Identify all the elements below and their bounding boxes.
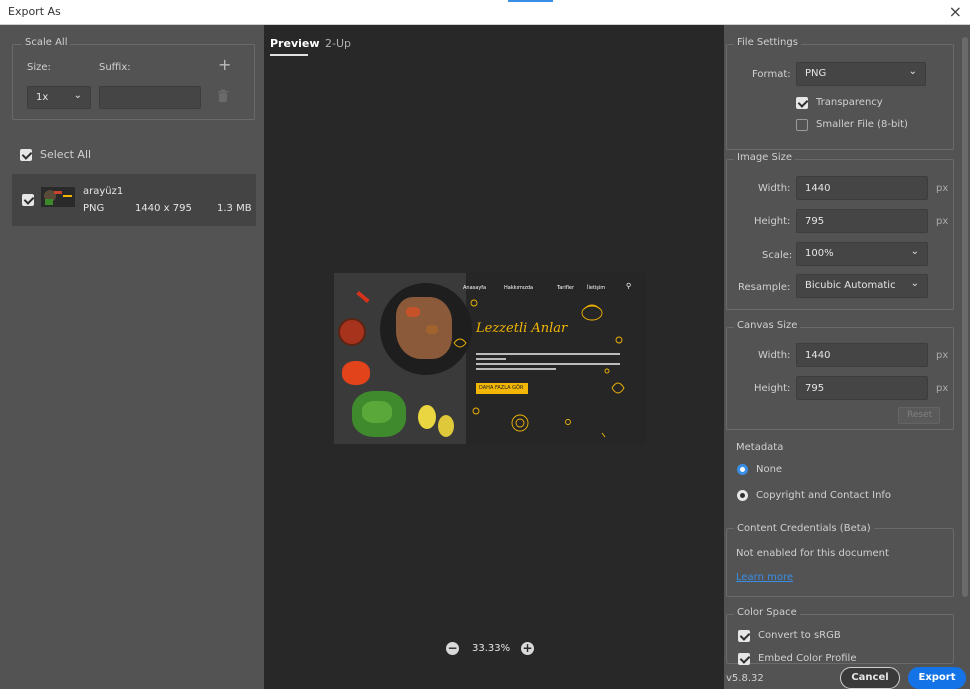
right-panel-scrollbar[interactable] <box>962 37 968 597</box>
scale-label: Scale: <box>762 250 793 261</box>
image-width-input[interactable]: 1440 <box>796 176 928 200</box>
image-height-value: 795 <box>805 216 825 227</box>
zoom-out-button[interactable]: − <box>446 642 459 655</box>
format-dropdown[interactable]: PNG ⌄ <box>796 62 926 86</box>
chevron-down-icon: ⌄ <box>910 278 919 289</box>
canvas-height-unit: px <box>936 383 949 394</box>
canvas-width-value: 1440 <box>805 350 831 361</box>
asset-checkbox[interactable] <box>22 194 34 206</box>
title-bar: Export As × <box>0 0 970 25</box>
format-label: Format: <box>752 69 791 80</box>
scale-percent-value: 100% <box>805 248 834 259</box>
zoom-in-button[interactable]: + <box>521 642 534 655</box>
content-credentials-title: Content Credentials (Beta) <box>734 523 874 534</box>
size-label: Size: <box>27 62 51 73</box>
embed-profile-checkbox[interactable] <box>738 653 750 665</box>
tab-preview[interactable]: Preview <box>270 37 320 50</box>
smaller-file-label: Smaller File (8-bit) <box>816 119 908 130</box>
close-icon[interactable]: × <box>949 2 962 21</box>
scale-dropdown[interactable]: 1x ⌄ <box>27 86 91 109</box>
tab-preview-underline <box>270 54 308 56</box>
add-icon[interactable]: + <box>218 55 231 74</box>
convert-srgb-label: Convert to sRGB <box>758 630 841 641</box>
image-height-label: Height: <box>754 216 791 227</box>
window-title: Export As <box>8 5 61 18</box>
chevron-down-icon: ⌄ <box>73 90 82 101</box>
image-width-unit: px <box>936 183 949 194</box>
left-panel: Scale All Size: Suffix: + 1x ⌄ Select Al… <box>0 25 264 689</box>
metadata-copyright-radio[interactable] <box>737 490 748 501</box>
chevron-down-icon: ⌄ <box>908 66 917 77</box>
asset-name: arayüz1 <box>83 186 124 197</box>
metadata-none-label: None <box>756 464 783 475</box>
metadata-copyright-label: Copyright and Contact Info <box>756 490 892 501</box>
suffix-input[interactable] <box>99 86 201 109</box>
artwork-doodles <box>453 299 625 438</box>
asset-thumbnail <box>41 187 75 207</box>
tab-2-up[interactable]: 2-Up <box>325 37 351 50</box>
image-height-unit: px <box>936 216 949 227</box>
smaller-file-checkbox[interactable] <box>796 119 808 131</box>
scale-all-title: Scale All <box>22 37 71 48</box>
right-panel: File Settings Format: PNG ⌄ Transparency… <box>724 25 970 689</box>
trash-icon[interactable] <box>217 88 229 102</box>
resample-dropdown[interactable]: Bicubic Automatic ⌄ <box>796 274 928 298</box>
asset-size: 1.3 MB <box>217 203 252 214</box>
canvas-size-title: Canvas Size <box>734 320 801 331</box>
export-button[interactable]: Export <box>908 667 966 689</box>
canvas-height-label: Height: <box>754 383 791 394</box>
content-credentials-status: Not enabled for this document <box>736 548 889 559</box>
scale-value: 1x <box>36 92 49 103</box>
scale-percent-dropdown[interactable]: 100% ⌄ <box>796 242 928 266</box>
accent-line <box>508 0 553 2</box>
reset-label: Reset <box>907 410 933 420</box>
convert-srgb-checkbox[interactable] <box>738 630 750 642</box>
asset-row[interactable]: arayüz1 PNG 1440 x 795 1.3 MB <box>12 174 256 226</box>
canvas-width-unit: px <box>936 350 949 361</box>
asset-dimensions: 1440 x 795 <box>135 203 192 214</box>
transparency-label: Transparency <box>816 97 883 108</box>
image-height-input[interactable]: 795 <box>796 209 928 233</box>
image-width-value: 1440 <box>805 183 831 194</box>
format-value: PNG <box>805 68 827 79</box>
asset-format: PNG <box>83 203 105 214</box>
export-label: Export <box>918 672 956 683</box>
reset-button[interactable]: Reset <box>898 407 940 424</box>
select-all-label: Select All <box>40 148 92 161</box>
color-space-title: Color Space <box>734 607 800 618</box>
version-label: v5.8.32 <box>726 673 764 684</box>
resample-label: Resample: <box>738 282 791 293</box>
canvas-height-value: 795 <box>805 383 825 394</box>
suffix-label: Suffix: <box>99 62 131 73</box>
content-credentials-section <box>726 528 954 597</box>
metadata-title: Metadata <box>736 442 784 453</box>
artwork-preview: Anasayfa Hakkımızda Tarifler İletişim ⚲ … <box>334 273 646 444</box>
resample-value: Bicubic Automatic <box>805 280 896 291</box>
metadata-none-radio[interactable] <box>737 464 748 475</box>
image-width-label: Width: <box>758 183 791 194</box>
embed-profile-label: Embed Color Profile <box>758 653 857 664</box>
canvas-width-input[interactable]: 1440 <box>796 343 928 367</box>
learn-more-link[interactable]: Learn more <box>736 572 793 583</box>
transparency-checkbox[interactable] <box>796 97 808 109</box>
cancel-button[interactable]: Cancel <box>840 667 900 689</box>
preview-panel: Preview 2-Up Anasayfa Hakkımızda Tarifle… <box>264 25 724 689</box>
zoom-level: 33.33% <box>472 643 511 654</box>
chevron-down-icon: ⌄ <box>910 246 919 257</box>
canvas-height-input[interactable]: 795 <box>796 376 928 400</box>
canvas-width-label: Width: <box>758 350 791 361</box>
select-all-checkbox[interactable] <box>20 149 32 161</box>
cancel-label: Cancel <box>851 672 889 683</box>
image-size-title: Image Size <box>734 152 796 163</box>
file-settings-title: File Settings <box>734 37 801 48</box>
